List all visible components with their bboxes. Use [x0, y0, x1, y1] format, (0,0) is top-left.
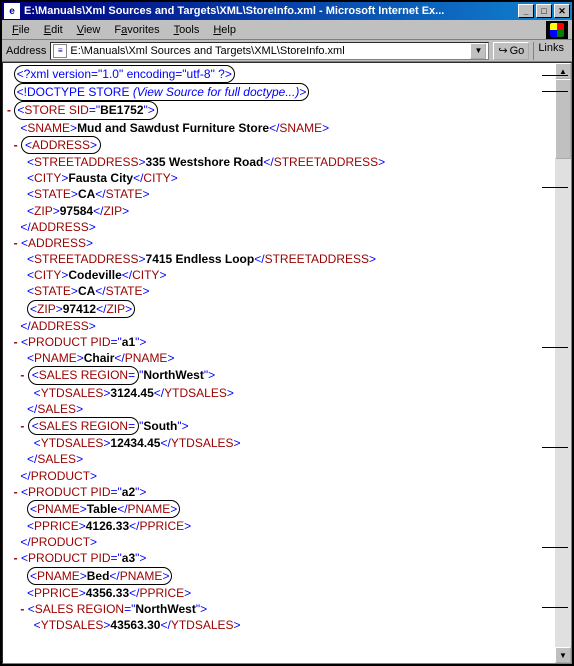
scroll-down-button[interactable]: ▼: [555, 647, 571, 663]
address-dropdown-button[interactable]: ▼: [470, 43, 486, 59]
collapse-toggle[interactable]: -: [20, 368, 24, 382]
go-icon: ↪: [498, 44, 507, 57]
maximize-button[interactable]: □: [536, 4, 552, 18]
vertical-scrollbar[interactable]: ▲ ▼: [555, 63, 571, 663]
links-button[interactable]: Links: [533, 42, 568, 60]
content-area: <?xml version="1.0" encoding="utf-8" ?> …: [2, 62, 572, 664]
scroll-up-button[interactable]: ▲: [555, 63, 571, 79]
collapse-toggle[interactable]: -: [20, 419, 24, 433]
collapse-toggle[interactable]: -: [14, 485, 18, 499]
address-input-wrap[interactable]: ≡ ▼: [50, 42, 489, 60]
xml-pi: <?xml version="1.0" encoding="utf-8" ?>: [17, 67, 232, 81]
doctype-link[interactable]: (View Source for full doctype...): [133, 85, 300, 99]
close-button[interactable]: ✕: [554, 4, 570, 18]
address-input[interactable]: [70, 45, 470, 57]
collapse-toggle[interactable]: -: [20, 602, 24, 616]
scroll-thumb[interactable]: [555, 79, 571, 159]
collapse-toggle[interactable]: -: [14, 138, 18, 152]
xml-file-icon: ≡: [53, 44, 67, 58]
browser-window: e E:\Manuals\Xml Sources and Targets\XML…: [0, 0, 574, 666]
xml-view[interactable]: <?xml version="1.0" encoding="utf-8" ?> …: [3, 63, 555, 663]
minimize-button[interactable]: _: [518, 4, 534, 18]
menu-favorites[interactable]: Favorites: [108, 23, 165, 37]
collapse-toggle[interactable]: -: [14, 335, 18, 349]
menubar: File Edit View Favorites Tools Help: [2, 20, 572, 40]
collapse-toggle[interactable]: -: [14, 236, 18, 250]
window-title: E:\Manuals\Xml Sources and Targets\XML\S…: [24, 5, 518, 17]
menu-file[interactable]: File: [6, 23, 36, 37]
ie-logo: [546, 21, 568, 39]
scroll-track[interactable]: [555, 79, 571, 647]
ie-icon: e: [4, 3, 20, 19]
address-label: Address: [6, 45, 46, 57]
menu-view[interactable]: View: [71, 23, 107, 37]
menu-help[interactable]: Help: [207, 23, 242, 37]
go-button[interactable]: ↪Go: [493, 42, 529, 60]
menu-edit[interactable]: Edit: [38, 23, 69, 37]
menu-tools[interactable]: Tools: [168, 23, 206, 37]
collapse-toggle[interactable]: -: [14, 551, 18, 565]
addressbar: Address ≡ ▼ ↪Go Links: [2, 40, 572, 62]
titlebar: e E:\Manuals\Xml Sources and Targets\XML…: [2, 2, 572, 20]
collapse-toggle[interactable]: -: [7, 103, 11, 117]
